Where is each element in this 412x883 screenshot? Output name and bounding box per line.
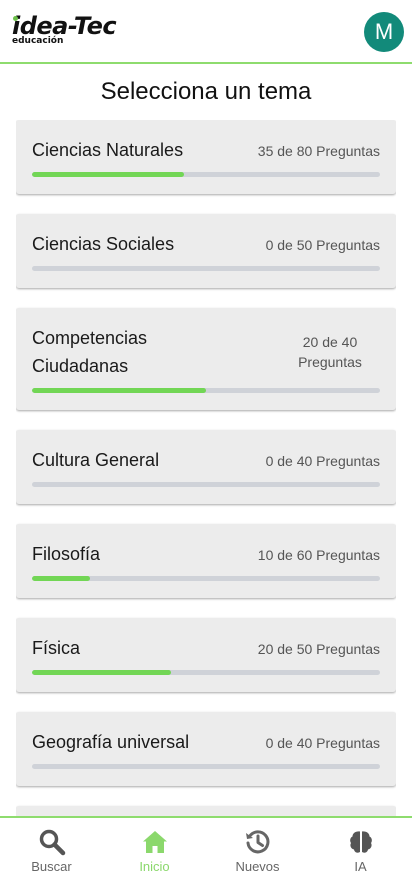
logo-subtitle: educación [12, 36, 64, 46]
progress-track [32, 764, 380, 769]
avatar[interactable]: M [364, 12, 404, 52]
topic-name: Ciencias Sociales [32, 234, 175, 254]
app-header: idea-Tec educación M [0, 0, 412, 64]
progress-track [32, 266, 380, 271]
topic-count: 0 de 40 Preguntas [265, 453, 380, 469]
topic-count: 35 de 80 Preguntas [257, 143, 380, 159]
topic-card[interactable]: Geografía universal 0 de 40 Preguntas [16, 712, 396, 786]
topic-name: Cultura General [32, 450, 160, 470]
topic-count: 20 de 50 Preguntas [257, 641, 380, 657]
topic-name: Ciencias Naturales [32, 140, 184, 160]
topic-name: Física [32, 638, 81, 658]
nav-buscar[interactable]: Buscar [0, 818, 103, 883]
topic-card[interactable]: Cultura General 0 de 40 Preguntas [16, 430, 396, 504]
home-icon [142, 831, 167, 853]
nav-label: IA [354, 859, 367, 874]
history-icon [245, 830, 269, 854]
topic-card[interactable]: Ciencias Sociales 0 de 50 Preguntas [16, 214, 396, 288]
topic-count: 10 de 60 Preguntas [257, 547, 380, 563]
progress-track [32, 576, 380, 581]
topic-card-partial[interactable] [16, 806, 396, 816]
topic-name: Filosofía [32, 544, 101, 564]
progress-fill [32, 388, 206, 393]
topic-card[interactable]: Física 20 de 50 Preguntas [16, 618, 396, 692]
progress-track [32, 388, 380, 393]
nav-label: Inicio [139, 859, 170, 874]
topic-count: 20 de 40 Preguntas [298, 334, 362, 370]
topic-name: Geografía universal [32, 732, 190, 752]
progress-track [32, 482, 380, 487]
topic-card[interactable]: Filosofía 10 de 60 Preguntas [16, 524, 396, 598]
logo-dot [13, 16, 18, 21]
page-title: Selecciona un tema [100, 78, 312, 105]
nav-inicio[interactable]: Inicio [103, 818, 206, 883]
progress-fill [32, 670, 172, 675]
topic-name: Competencias Ciudadanas [32, 328, 148, 376]
nav-label: Buscar [31, 859, 72, 874]
bottom-nav: Buscar Inicio Nuevos IA [0, 816, 412, 883]
nav-nuevos[interactable]: Nuevos [206, 818, 309, 883]
progress-track [32, 172, 380, 177]
topic-card[interactable]: Ciencias Naturales 35 de 80 Preguntas [16, 120, 396, 194]
topic-count: 0 de 50 Preguntas [265, 237, 380, 253]
progress-track [32, 670, 380, 675]
progress-fill [32, 576, 90, 581]
nav-label: Nuevos [235, 859, 280, 874]
nav-ia[interactable]: IA [309, 818, 412, 883]
topic-list[interactable]: Ciencias Naturales 35 de 80 Preguntas Ci… [16, 120, 396, 816]
brain-icon [349, 831, 372, 853]
search-icon [39, 829, 65, 856]
app-logo[interactable]: idea-Tec educación [10, 12, 120, 52]
topic-count: 0 de 40 Preguntas [265, 735, 380, 751]
topic-card[interactable]: Competencias Ciudadanas 20 de 40 Pregunt… [16, 308, 396, 410]
progress-fill [32, 172, 185, 177]
